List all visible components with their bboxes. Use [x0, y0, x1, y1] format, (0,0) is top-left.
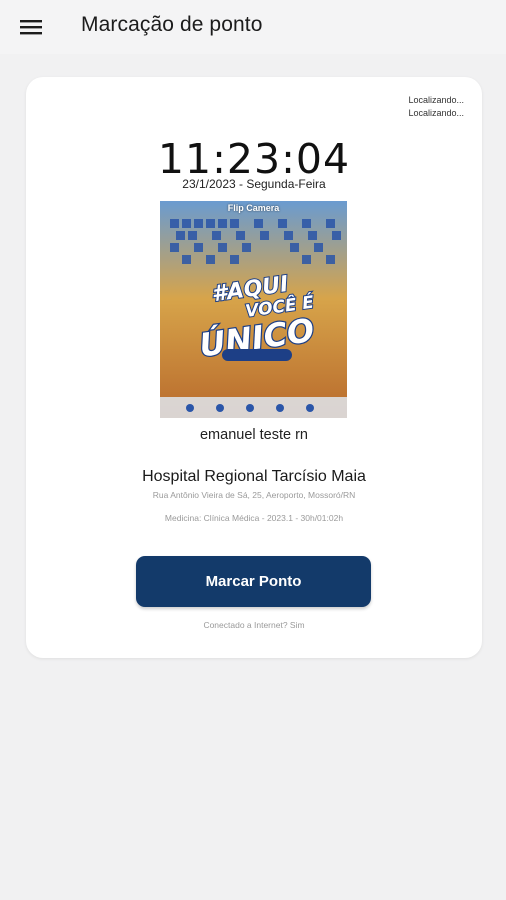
- camera-preview-image: #AQUI VOCÊ É ÚNICO: [160, 201, 347, 418]
- location-status-1: Localizando...: [408, 95, 464, 105]
- connection-status: Conectado a Internet? Sim: [203, 620, 305, 630]
- workplace-name: Hospital Regional Tarcísio Maia: [142, 468, 366, 485]
- flip-camera-button[interactable]: Flip Camera: [160, 203, 347, 213]
- workplace-address: Rua Antônio Vieira de Sá, 25, Aeroporto,…: [152, 490, 356, 500]
- clock-time: 11:23:04: [157, 135, 351, 183]
- punch-card: Localizando... Localizando... 11:23:04 2…: [26, 77, 482, 658]
- shift-info: Medicina: Clínica Médica - 2023.1 - 30h/…: [164, 513, 344, 523]
- punch-clock-button[interactable]: Marcar Ponto: [136, 556, 371, 607]
- app-bar: Marcação de ponto: [0, 0, 506, 54]
- camera-preview[interactable]: #AQUI VOCÊ É ÚNICO Flip Camera: [160, 201, 347, 418]
- location-status-2: Localizando...: [408, 108, 464, 118]
- employee-name: emanuel teste rn: [199, 427, 308, 443]
- hamburger-menu-icon[interactable]: [14, 12, 48, 42]
- page-title: Marcação de ponto: [81, 13, 263, 36]
- clock-date: 23/1/2023 - Segunda-Feira: [182, 177, 326, 191]
